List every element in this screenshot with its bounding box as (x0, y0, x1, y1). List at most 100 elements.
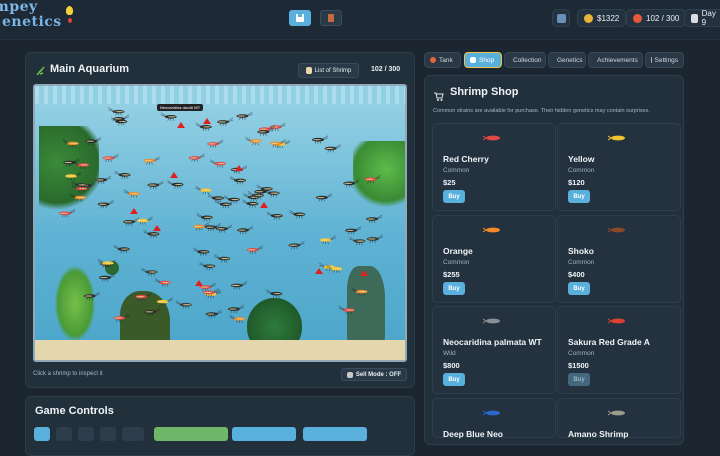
shrimp[interactable] (246, 245, 263, 254)
clean-button[interactable] (232, 427, 296, 441)
shrimp[interactable] (195, 122, 212, 131)
info-button[interactable] (552, 9, 570, 27)
shrimp[interactable] (345, 226, 362, 235)
sell-mode-toggle[interactable]: Sell Mode : OFF (341, 368, 407, 381)
speed-1x-button[interactable] (34, 427, 50, 441)
tab-collection[interactable]: Collection (504, 52, 546, 68)
save-button[interactable] (289, 10, 311, 26)
shrimp[interactable] (199, 261, 216, 271)
buy-button[interactable]: Buy (443, 190, 465, 203)
tab-settings[interactable]: Settings (645, 52, 684, 68)
speed-2x-button[interactable] (56, 427, 72, 441)
shrimp[interactable] (229, 176, 247, 185)
shrimp[interactable] (144, 307, 161, 316)
shrimp-layer[interactable] (35, 86, 407, 362)
shrimp[interactable] (266, 211, 283, 220)
feed-button[interactable] (154, 427, 228, 441)
tab-tank[interactable]: Tank (424, 52, 461, 68)
buy-button[interactable]: Buy (568, 282, 590, 295)
buy-button[interactable]: Buy (443, 373, 465, 386)
shrimp[interactable] (154, 278, 171, 287)
shrimp[interactable] (193, 247, 210, 256)
shrimp[interactable] (324, 144, 341, 153)
shrimp[interactable] (223, 195, 241, 204)
shrimp[interactable] (237, 225, 254, 235)
shrimp[interactable] (196, 213, 213, 222)
buy-button[interactable]: Buy (568, 190, 590, 203)
shrimp[interactable] (188, 153, 205, 162)
shrimp[interactable] (83, 291, 100, 301)
shrimp[interactable] (123, 189, 140, 198)
shrimp[interactable] (366, 234, 383, 244)
shrimp[interactable] (288, 241, 305, 250)
shrimp[interactable] (236, 111, 253, 121)
shrimp[interactable] (141, 267, 158, 277)
shrimp[interactable] (70, 193, 87, 202)
shrimp[interactable] (85, 137, 102, 146)
shrimp[interactable] (217, 117, 234, 127)
shrimp[interactable] (123, 217, 140, 226)
shrimp[interactable] (311, 135, 329, 144)
shrimp[interactable] (210, 159, 227, 168)
shrimp[interactable] (135, 292, 152, 301)
plant-icon (35, 63, 45, 76)
shrimp[interactable] (63, 158, 80, 167)
shrimp[interactable] (351, 287, 368, 296)
shrimp[interactable] (207, 193, 224, 203)
shrimp[interactable] (266, 289, 283, 298)
tab-shop[interactable]: Shop (464, 52, 502, 68)
shrimp-count-stat: 102 / 300 (626, 9, 687, 27)
shrimp[interactable] (229, 314, 246, 323)
shrimp[interactable] (215, 224, 233, 233)
shrimp[interactable] (65, 171, 82, 181)
shrimp[interactable] (338, 305, 355, 315)
aquarium-tank[interactable]: Neocaridina davidi WT (33, 84, 407, 362)
speed-4x-button[interactable] (100, 427, 116, 441)
shrimp[interactable] (364, 175, 381, 184)
shrimp[interactable] (245, 136, 262, 146)
shrimp[interactable] (102, 153, 119, 163)
buy-button[interactable]: Buy (443, 282, 465, 295)
shrimp[interactable] (319, 235, 336, 245)
shrimp[interactable] (230, 281, 247, 290)
shrimp[interactable] (227, 304, 245, 314)
shrimp[interactable] (366, 214, 383, 224)
buy-button[interactable]: Buy (568, 373, 590, 386)
shrimp[interactable] (207, 139, 224, 148)
shrimp[interactable] (167, 180, 184, 189)
shrimp[interactable] (156, 297, 173, 306)
shrimp[interactable] (343, 179, 360, 188)
list-of-shrimp-button[interactable]: List of Shrimp (298, 63, 359, 78)
tab-achievements[interactable]: Achievements (588, 52, 643, 68)
shrimp[interactable] (113, 244, 130, 254)
shrimp[interactable] (62, 139, 79, 148)
shrimp[interactable] (114, 170, 131, 179)
pause-button[interactable] (122, 427, 144, 441)
logo-berry-icon (68, 18, 72, 23)
shrimp[interactable] (108, 107, 125, 116)
shrimp[interactable] (136, 216, 153, 225)
shop-item-rarity: Common (443, 167, 470, 174)
shrimp[interactable] (143, 229, 160, 239)
shrimp[interactable] (289, 210, 306, 219)
shrimp[interactable] (99, 273, 116, 282)
exit-button[interactable] (320, 10, 342, 26)
shrimp[interactable] (315, 193, 332, 202)
shrimp[interactable] (195, 186, 212, 195)
shrimp[interactable] (214, 254, 231, 263)
shrimp[interactable] (175, 300, 192, 309)
shrimp[interactable] (143, 156, 160, 165)
sell-mode-label: Sell Mode : OFF (355, 371, 402, 378)
shrimp[interactable] (242, 199, 259, 208)
shrimp[interactable] (349, 236, 366, 246)
tab-genetics[interactable]: Genetics (548, 52, 586, 68)
shrimp[interactable] (59, 209, 76, 218)
shrimp[interactable] (160, 112, 177, 121)
shrimp[interactable] (147, 180, 164, 190)
shrimp[interactable] (205, 309, 222, 319)
speed-3x-button[interactable] (78, 427, 94, 441)
upgrade-button[interactable] (303, 427, 367, 441)
shrimp[interactable] (113, 313, 130, 323)
shrimp[interactable] (97, 200, 114, 209)
shrimp[interactable] (95, 175, 112, 184)
